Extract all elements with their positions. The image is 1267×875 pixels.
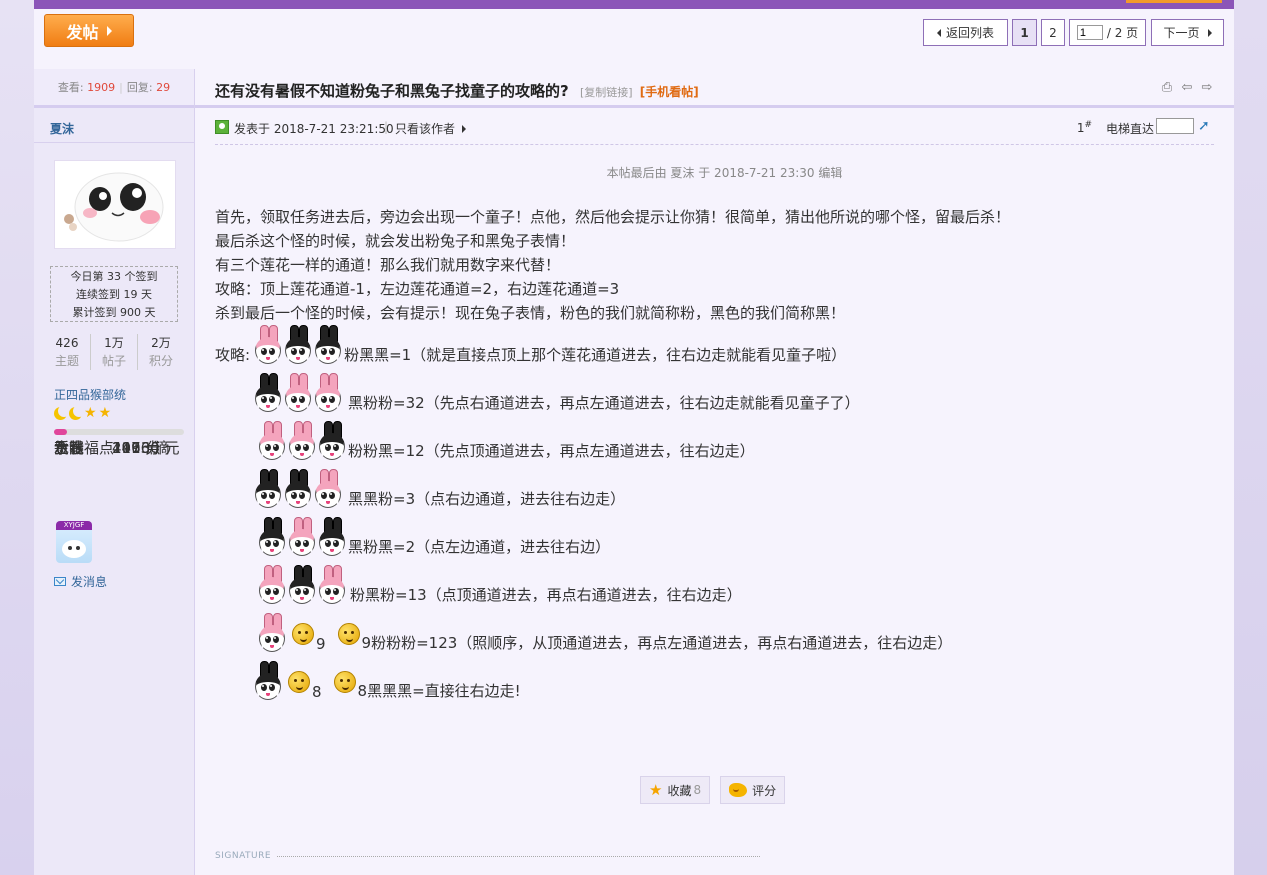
moon-icon (54, 405, 70, 420)
paragraph: 杀到最后一个怪的时候，会有提示！现在兔子表情，粉色的我们就简称粉，黑色的我们简称… (215, 304, 846, 322)
star-icon: ★ (84, 405, 97, 421)
credits-count[interactable]: 2万 积分 (137, 334, 184, 370)
pink-bunny-icon (258, 565, 286, 605)
post-header: 还有没有暑假不知道粉兔子和黑兔子找童子的攻略的? [复制链接] [手机看帖] ⎙… (195, 69, 1234, 108)
new-post-label: 发帖 (66, 22, 99, 42)
page-jump: / 2 页 (1069, 19, 1146, 46)
replies-count: 29 (156, 80, 171, 94)
black-bunny-icon (254, 469, 282, 509)
guide-row: 黑粉黑=2（点左边通道，进去往右边） (258, 517, 610, 557)
post-time: 发表于 2018-7-21 23:21:50 (234, 122, 394, 136)
guide-row: 粉黑粉=13（点顶通道进去，再点右通道进去，往右边走） (258, 565, 742, 605)
rate-button[interactable]: 评分 (720, 776, 786, 804)
paragraph: 首先，领取任务进去后，旁边会出现一个童子！点他，然后他会提示让你猜！很简单，猜出… (215, 208, 1011, 226)
paragraph: 最后杀这个怪的时候，就会发出粉兔子和黑兔子表情！ (215, 232, 576, 250)
print-icon[interactable]: ⎙ (1160, 81, 1174, 95)
views-count: 1909 (87, 80, 116, 94)
chevron-right-icon (106, 25, 112, 36)
black-bunny-icon (254, 661, 282, 701)
pink-bunny-icon (314, 469, 342, 509)
star-icon: ★ (98, 405, 112, 421)
pink-bunny-icon (258, 613, 286, 653)
rank-stars: ★ ★ (54, 405, 112, 421)
topics-count[interactable]: 426 主题 (44, 334, 90, 370)
avatar[interactable] (54, 160, 176, 249)
back-to-list-button[interactable]: 返回列表 (923, 19, 1008, 46)
page-jump-input[interactable] (1076, 25, 1103, 40)
go-arrow-icon[interactable]: ➚ (1198, 118, 1214, 134)
user-counts: 426 主题 1万 帖子 2万 积分 (44, 334, 184, 370)
pink-bunny-icon (288, 517, 316, 557)
paragraph: 有三个莲花一样的通道！那么我们就用数字来代替！ (215, 256, 561, 274)
guide-row: 粉粉黑=12（先点顶通道进去，再点左通道进去，往右边走） (258, 421, 755, 461)
star-icon: ★ (649, 781, 663, 799)
checkin-info: 今日第 33 个签到 连续签到 19 天 累计签到 900 天 (50, 266, 178, 322)
black-bunny-icon (284, 325, 312, 365)
send-message-link[interactable]: 发消息 (54, 573, 107, 590)
mail-icon (54, 577, 66, 586)
smiley-icon (337, 623, 360, 645)
post-meta: 发表于 2018-7-21 23:21:50 | 只看该作者 1# 电梯直达 ➚ (215, 118, 1214, 145)
black-bunny-icon (284, 469, 312, 509)
black-bunny-icon (258, 517, 286, 557)
prev-thread-icon[interactable]: ⇦ (1180, 81, 1194, 95)
black-bunny-icon (288, 565, 316, 605)
copy-link-button[interactable]: [复制链接] (580, 86, 633, 99)
pink-bunny-icon (254, 325, 282, 365)
smiley-icon (333, 671, 356, 693)
paragraph: 攻略：顶上莲花通道-1，左边莲花通道=2，右边莲花通道=3 (215, 280, 620, 298)
pink-bunny-icon (258, 421, 286, 461)
author-name-link[interactable]: 夏沫 (50, 120, 74, 137)
smiley-icon (292, 623, 314, 645)
chevron-right-icon (462, 125, 466, 133)
black-bunny-icon (318, 517, 346, 557)
level-progress-bar (54, 429, 184, 435)
floor-number: 1# (1076, 120, 1092, 135)
author-sidebar: 查看: 1909 | 回复: 29 夏沫 今日第 33 个签到 连续签到 19 … (34, 69, 195, 875)
page-2-button[interactable]: 2 (1041, 19, 1065, 46)
elevator-label: 电梯直达 (1105, 122, 1154, 136)
thread-stats: 查看: 1909 | 回复: 29 (34, 69, 194, 108)
black-bunny-icon (314, 325, 342, 365)
black-bunny-icon (254, 373, 282, 413)
mobile-view-link[interactable]: [手机看帖] (640, 85, 699, 99)
posts-count[interactable]: 1万 帖子 (90, 334, 137, 370)
black-bunny-icon (318, 421, 346, 461)
signature-divider: SIGNATURE (215, 851, 760, 861)
rate-icon (729, 783, 748, 797)
user-group-link[interactable]: 正四品猴部统 (54, 386, 126, 403)
next-thread-icon[interactable]: ⇨ (1200, 81, 1214, 95)
moon-icon (69, 405, 85, 420)
thread-title: 还有没有暑假不知道粉兔子和黑兔子找童子的攻略的? [复制链接] [手机看帖] (215, 82, 699, 100)
new-post-button[interactable]: 发帖 (44, 14, 134, 47)
only-author-link[interactable]: 只看该作者 (395, 120, 455, 137)
page-1-button[interactable]: 1 (1012, 19, 1037, 46)
guide-row: 攻略: 粉黑黑=1（就是直接点顶上那个莲花通道进去，往右边走就能看见童子啦） (215, 325, 846, 365)
pink-bunny-icon (318, 565, 346, 605)
pink-bunny-icon (284, 373, 312, 413)
medal-badge[interactable]: XYJGF (56, 521, 92, 563)
pink-bunny-icon (288, 421, 316, 461)
favorite-button[interactable]: ★ 收藏 8 (640, 776, 711, 804)
guide-row: 9 9粉粉粉=123（照顺序，从顶通道进去，再点左通道进去，再点右通道进去，往右… (258, 613, 952, 653)
chevron-left-icon (936, 28, 941, 37)
top-strip (34, 0, 1234, 9)
elevator-input[interactable] (1156, 118, 1194, 134)
next-page-button[interactable]: 下一页 (1151, 19, 1224, 46)
chevron-right-icon (1207, 28, 1212, 37)
favorite-count: 8 (693, 783, 702, 797)
edit-notice: 本帖最后由 夏沫 于 2018-7-21 23:30 编辑 (606, 166, 843, 180)
post-actions: ★ 收藏 8 评分 (640, 776, 786, 804)
post-body: 首先，领取任务进去后，旁边会出现一个童子！点他，然后他会提示让你猜！很简单，猜出… (215, 205, 1010, 325)
guide-row: 8 8黑黑黑=直接往右边走! (254, 661, 521, 701)
guide-row: 黑粉粉=32（先点右通道进去，再点左通道进去，往右边走就能看见童子了） (254, 373, 860, 413)
online-user-icon (215, 120, 229, 134)
guide-row: 黑黑粉=3（点右边通道，进去往右边走） (254, 469, 625, 509)
smiley-icon (288, 671, 310, 693)
pink-bunny-icon (314, 373, 342, 413)
